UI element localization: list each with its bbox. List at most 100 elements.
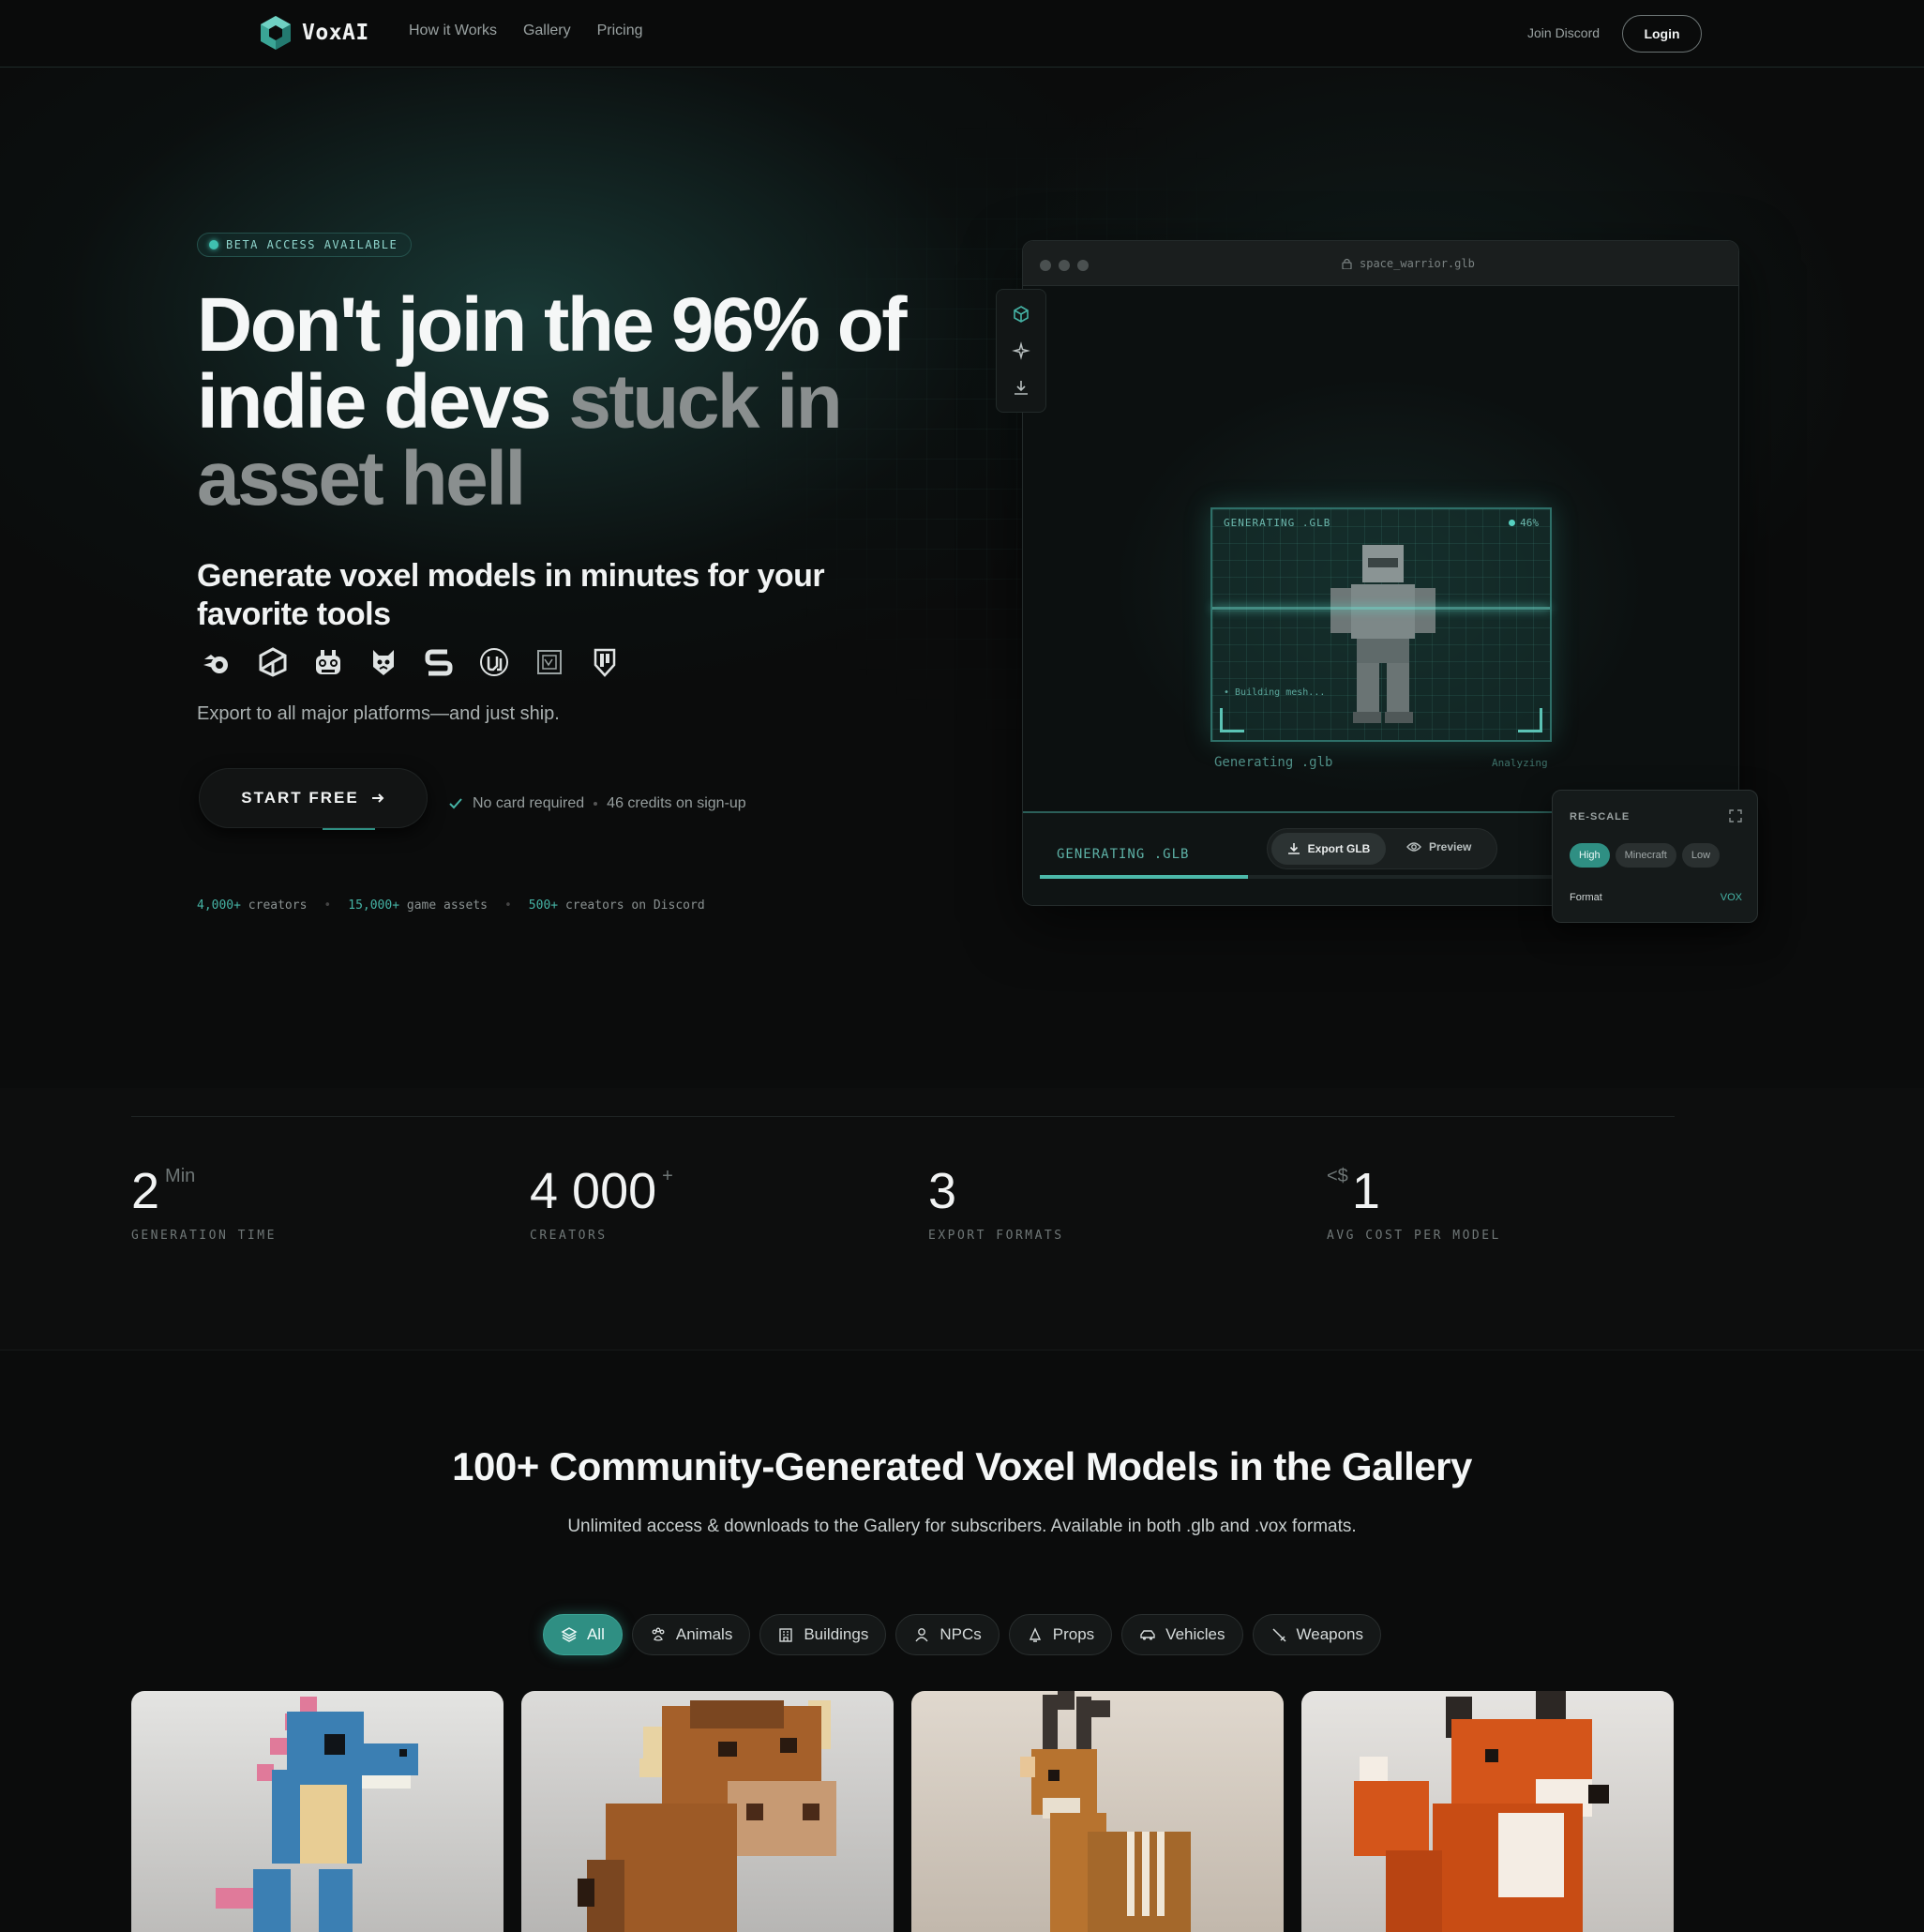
filter-label: Props	[1052, 1625, 1095, 1643]
preview-button[interactable]: Preview	[1406, 840, 1471, 853]
filter-label: Weapons	[1296, 1625, 1364, 1643]
metric-label: GENERATION TIME	[131, 1229, 277, 1243]
cube-icon[interactable]	[1012, 305, 1030, 324]
export-text: Export to all major platforms—and just s…	[197, 703, 560, 724]
login-button[interactable]: Login	[1622, 15, 1702, 53]
filter-animals[interactable]: Animals	[631, 1614, 751, 1655]
beta-badge: BETA ACCESS AVAILABLE	[197, 233, 413, 257]
metric-avg-cost: <$ 1 AVG COST PER MODEL	[1327, 1163, 1501, 1243]
frame-corner	[1518, 708, 1542, 732]
metric-value: 1	[1351, 1163, 1380, 1219]
window-dot[interactable]	[1040, 260, 1051, 271]
no-card-text: No card required	[473, 795, 585, 811]
window-dot[interactable]	[1059, 260, 1070, 271]
user-icon	[915, 1628, 928, 1642]
filter-buildings[interactable]: Buildings	[759, 1614, 887, 1655]
tool-logos	[201, 643, 622, 681]
stat-creators-num: 4,000+	[197, 898, 241, 913]
logo-text: VoxAI	[302, 21, 369, 45]
voxel-fox-image	[1301, 1691, 1674, 1932]
gallery-card[interactable]	[521, 1691, 894, 1932]
filter-label: NPCs	[939, 1625, 982, 1643]
voxel-bull-image	[521, 1691, 894, 1932]
metric-label: AVG COST PER MODEL	[1327, 1229, 1501, 1243]
download-icon[interactable]	[1012, 378, 1030, 397]
defold-icon	[588, 643, 622, 681]
export-controls: Export GLB Preview	[1267, 828, 1497, 869]
stat-assets-text: game assets	[406, 898, 488, 913]
s-box-icon	[422, 643, 456, 681]
blender-icon	[201, 643, 234, 681]
layers-icon	[561, 1627, 578, 1642]
filter-weapons[interactable]: Weapons	[1252, 1614, 1382, 1655]
rescale-option-high[interactable]: High	[1570, 843, 1610, 868]
window-dot[interactable]	[1077, 260, 1089, 271]
nav-link-how-it-works[interactable]: How it Works	[409, 23, 497, 39]
generation-percent: 46%	[1509, 517, 1539, 529]
metric-label: EXPORT FORMATS	[928, 1229, 1064, 1243]
filter-all[interactable]: All	[542, 1614, 623, 1655]
beta-badge-text: BETA ACCESS AVAILABLE	[226, 238, 398, 251]
metric-export-formats: 3 EXPORT FORMATS	[928, 1163, 1064, 1243]
nav-link-pricing[interactable]: Pricing	[597, 23, 643, 39]
footer-status: GENERATING .GLB	[1057, 847, 1190, 862]
gallery-filters: All Animals Buildings NPCs Props Vehicle…	[0, 1614, 1924, 1655]
metric-value: 3	[928, 1163, 957, 1219]
gallery-grid	[131, 1691, 1674, 1932]
filter-vehicles[interactable]: Vehicles	[1121, 1614, 1243, 1655]
format-value[interactable]: VOX	[1721, 892, 1742, 903]
preview-label: Preview	[1429, 840, 1472, 853]
stat-creators-text: creators	[248, 898, 308, 913]
export-glb-button[interactable]: Export GLB	[1271, 833, 1386, 865]
metrics-section: 2 Min GENERATION TIME 4 000 + CREATORS 3 E…	[0, 1088, 1924, 1351]
voxel-dinosaur-image	[131, 1691, 504, 1932]
gallery-subtitle: Unlimited access & downloads to the Gall…	[567, 1517, 1357, 1536]
gamemaker-icon	[367, 643, 400, 681]
voxel-robot-preview	[1330, 545, 1435, 723]
nav-links: How it Works Gallery Pricing	[409, 23, 643, 39]
filter-npcs[interactable]: NPCs	[895, 1614, 1000, 1655]
start-free-label: START FREE	[241, 789, 359, 807]
paw-icon	[652, 1627, 665, 1641]
gallery-title: 100+ Community-Generated Voxel Models in…	[452, 1444, 1472, 1488]
editor-titlebar: space_warrior.glb	[1023, 241, 1738, 286]
start-free-button[interactable]: START FREE	[199, 768, 428, 828]
status-dot	[1509, 520, 1516, 526]
top-nav: VoxAI How it Works Gallery Pricing Join …	[0, 0, 1924, 68]
bell-icon	[1029, 1627, 1041, 1642]
status-dot	[209, 240, 218, 249]
logo[interactable]: VoxAI	[259, 15, 369, 51]
filter-label: Animals	[675, 1625, 733, 1643]
building-icon	[779, 1628, 793, 1642]
sparkle-icon[interactable]	[1012, 341, 1030, 360]
voxel-antelope-image	[911, 1691, 1284, 1932]
hero-subtitle: Generate voxel models in minutes for you…	[197, 558, 825, 632]
expand-icon[interactable]	[1729, 809, 1742, 823]
filter-props[interactable]: Props	[1008, 1614, 1113, 1655]
format-label: Format	[1570, 892, 1602, 903]
check-icon	[449, 798, 462, 809]
arrow-right-icon	[371, 793, 384, 803]
filter-label: Vehicles	[1165, 1625, 1225, 1643]
nav-link-gallery[interactable]: Gallery	[523, 23, 571, 39]
percent-text: 46%	[1520, 517, 1539, 529]
generation-frame-title: GENERATING .GLB	[1224, 517, 1331, 529]
eye-icon	[1406, 842, 1421, 852]
stat-assets-num: 15,000+	[348, 898, 400, 913]
rescale-option-minecraft[interactable]: Minecraft	[1615, 843, 1676, 868]
voxai-logo-icon	[261, 16, 291, 50]
gallery-card[interactable]	[911, 1691, 1284, 1932]
gallery-card[interactable]	[1301, 1691, 1674, 1932]
roblox-icon	[533, 643, 566, 681]
metric-creators: 4 000 + CREATORS	[530, 1163, 673, 1243]
metric-label: CREATORS	[530, 1229, 608, 1243]
join-discord-link[interactable]: Join Discord	[1527, 25, 1600, 40]
rescale-option-low[interactable]: Low	[1681, 843, 1721, 868]
rescale-title: RE-SCALE	[1570, 811, 1631, 823]
window-controls	[1040, 260, 1089, 271]
rescale-panel: RE-SCALE High Minecraft Low Format VOX	[1552, 790, 1758, 923]
editor-viewport[interactable]: GENERATING .GLB 46% • Building mesh... G…	[1023, 286, 1738, 811]
gallery-card[interactable]	[131, 1691, 504, 1932]
hero-stats: 4,000+ creators • 15,000+ game assets • …	[197, 898, 705, 913]
metric-value: 4 000	[530, 1163, 657, 1219]
